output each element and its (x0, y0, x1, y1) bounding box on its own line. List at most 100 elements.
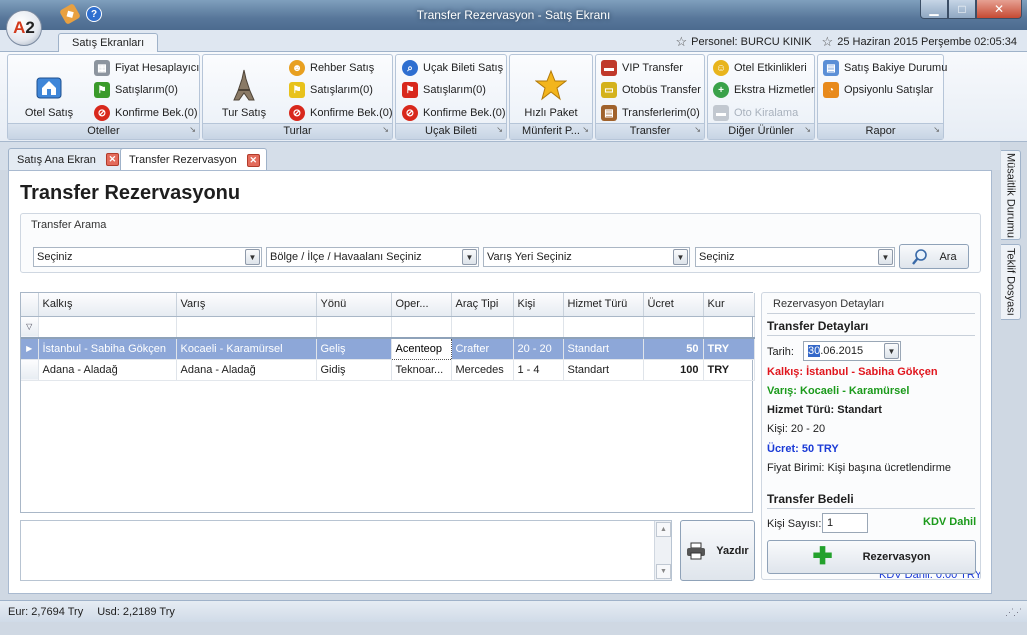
ara-button[interactable]: Ara (899, 244, 969, 269)
grid-filter-row[interactable]: ▽ (21, 316, 755, 339)
kalkis-select[interactable]: Seçiniz ▼ (33, 247, 262, 267)
table-row[interactable]: ▶ İstanbul - Sabiha Gökçen Kocaeli - Kar… (21, 337, 755, 360)
otel-satis-button[interactable]: Otel Satış (14, 57, 84, 123)
filter-cell[interactable] (391, 316, 452, 339)
star-icon: ☆ (821, 34, 834, 49)
dialog-launcher-icon[interactable]: ↘ (189, 122, 196, 137)
maximize-button[interactable]: □ (948, 0, 976, 19)
column-header-operator[interactable]: Oper... (391, 293, 452, 317)
cell-yonu[interactable]: Geliş (316, 338, 392, 360)
kisi-sayisi-input[interactable]: 1 (822, 513, 868, 533)
app-logo[interactable]: A2 (6, 10, 42, 46)
column-header-hizmet-turu[interactable]: Hizmet Türü (563, 293, 644, 317)
tarih-date-picker[interactable]: 30.06.2015 ▼ (803, 341, 901, 361)
ekstra-hizmetler-button[interactable]: + Ekstra Hizmetler (713, 80, 815, 100)
side-tab-teklif-dosyasi[interactable]: Teklif Dosyası (1001, 244, 1021, 320)
cell-yonu[interactable]: Gidiş (316, 359, 392, 381)
cell-kalkis[interactable]: İstanbul - Sabiha Gökçen (38, 338, 177, 360)
close-tab-icon[interactable]: ✕ (246, 153, 260, 167)
cell-kisi[interactable]: 20 - 20 (513, 338, 564, 360)
cell-kur[interactable]: TRY (703, 338, 755, 360)
scroll-up-icon[interactable]: ▲ (656, 522, 671, 537)
ucak-satislarim-button[interactable]: ⚑ Satışlarım(0) (402, 80, 486, 100)
cell-hizmet-turu[interactable]: Standart (563, 359, 644, 381)
dialog-launcher-icon[interactable]: ↘ (933, 122, 940, 137)
filter-cell[interactable] (563, 316, 644, 339)
otel-konfirme-button[interactable]: ⊘ Konfirme Bek.(0) (94, 103, 198, 123)
filter-cell[interactable] (38, 316, 177, 339)
column-header-arac-tipi[interactable]: Araç Tipi (451, 293, 514, 317)
fiyat-hesaplayici-button[interactable]: ▦ Fiyat Hesaplayıcı (94, 58, 199, 78)
filter-cell[interactable] (513, 316, 564, 339)
chevron-down-icon[interactable]: ▼ (245, 249, 260, 265)
arac-select[interactable]: Seçiniz ▼ (695, 247, 895, 267)
minimize-button[interactable]: ▁ (920, 0, 948, 19)
tur-satislarim-button[interactable]: ⚑ Satışlarım(0) (289, 80, 373, 100)
hizli-paket-button[interactable]: Hızlı Paket (514, 57, 588, 123)
details-panel-title: Rezervasyon Detayları (773, 298, 885, 310)
chevron-down-icon[interactable]: ▼ (462, 249, 477, 265)
dialog-launcher-icon[interactable]: ↘ (582, 122, 589, 137)
filter-cell[interactable] (643, 316, 704, 339)
scroll-down-icon[interactable]: ▼ (656, 564, 671, 579)
doc-tab-transfer-rezervasyon[interactable]: Transfer Rezervasyon ✕ (120, 148, 267, 171)
ucak-bileti-satis-button[interactable]: ⌕ Uçak Bileti Satış (402, 58, 503, 78)
ucak-konfirme-button[interactable]: ⊘ Konfirme Bek.(0) (402, 103, 506, 123)
filter-cell[interactable] (176, 316, 317, 339)
cell-ucret[interactable]: 100 (643, 359, 704, 381)
yazdir-button[interactable]: Yazdır (680, 520, 755, 581)
dialog-launcher-icon[interactable]: ↘ (694, 122, 701, 137)
column-header-kur[interactable]: Kur (703, 293, 755, 317)
chevron-down-icon[interactable]: ▼ (673, 249, 688, 265)
otel-etkinlikleri-button[interactable]: ☺ Otel Etkinlikleri (713, 58, 807, 78)
chevron-down-icon[interactable]: ▼ (878, 249, 893, 265)
opsiyonlu-satislar-button[interactable]: ◔ Opsiyonlu Satışlar (823, 80, 933, 100)
column-header-yonu[interactable]: Yönü (316, 293, 392, 317)
column-header-kalkis[interactable]: Kalkış (38, 293, 177, 317)
filter-cell[interactable] (703, 316, 755, 339)
filter-cell[interactable] (316, 316, 392, 339)
filter-icon[interactable]: ▽ (21, 316, 39, 339)
tur-konfirme-button[interactable]: ⊘ Konfirme Bek.(0) (289, 103, 393, 123)
cell-arac-tipi[interactable]: Crafter (451, 338, 514, 360)
otobus-transfer-button[interactable]: ▭ Otobüs Transfer (601, 80, 701, 100)
satis-bakiye-durumu-button[interactable]: ▤ Satış Bakiye Durumu (823, 58, 947, 78)
otel-satislarim-button[interactable]: ⚑ Satışlarım(0) (94, 80, 178, 100)
close-button[interactable]: ✕ (976, 0, 1022, 19)
cell-kur[interactable]: TRY (703, 359, 755, 381)
filter-cell[interactable] (451, 316, 514, 339)
transferlerim-button[interactable]: ▤ Transferlerim(0) (601, 103, 700, 123)
cell-ucret[interactable]: 50 (643, 338, 704, 360)
column-header-ucret[interactable]: Ücret (643, 293, 704, 317)
cell-operator[interactable]: Acenteop (390, 337, 452, 360)
side-tab-musaitlik-durumu[interactable]: Müsaitlik Durumu (1001, 150, 1021, 240)
dialog-launcher-icon[interactable]: ↘ (382, 122, 389, 137)
cell-hizmet-turu[interactable]: Standart (563, 338, 644, 360)
table-row[interactable]: Adana - Aladağ Adana - Aladağ Gidiş Tekn… (21, 359, 755, 381)
cell-varis[interactable]: Adana - Aladağ (176, 359, 317, 381)
doc-tab-satis-ana-ekran[interactable]: Satış Ana Ekran ✕ (8, 148, 126, 170)
varis-yeri-select[interactable]: Varış Yeri Seçiniz ▼ (483, 247, 690, 267)
notes-scrollbar[interactable]: ▲ ▼ (654, 521, 671, 580)
close-tab-icon[interactable]: ✕ (105, 153, 119, 166)
satis-bakiye-durumu-label: Satış Bakiye Durumu (844, 62, 948, 74)
column-header-kisi[interactable]: Kişi (513, 293, 564, 317)
dialog-launcher-icon[interactable]: ↘ (496, 122, 503, 137)
cell-arac-tipi[interactable]: Mercedes (451, 359, 514, 381)
cell-kalkis[interactable]: Adana - Aladağ (38, 359, 177, 381)
cell-varis[interactable]: Kocaeli - Karamürsel (176, 338, 317, 360)
chevron-down-icon[interactable]: ▼ (884, 343, 899, 359)
column-header-varis[interactable]: Varış (176, 293, 317, 317)
notes-textarea[interactable]: ▲ ▼ (20, 520, 672, 581)
ribbon-group-ucak-bileti: ⌕ Uçak Bileti Satış ⚑ Satışlarım(0) ⊘ Ko… (395, 54, 507, 140)
vip-transfer-button[interactable]: ▬ VIP Transfer (601, 58, 683, 78)
cell-operator[interactable]: Teknoar... (391, 359, 452, 381)
rezervasyon-button[interactable]: ✚ Rezervasyon (767, 540, 976, 574)
tur-satis-button[interactable]: Tur Satış (209, 57, 279, 123)
resize-grip-icon[interactable]: ⋰⋰ (1005, 607, 1022, 618)
dialog-launcher-icon[interactable]: ↘ (804, 122, 811, 137)
bolge-select[interactable]: Bölge / İlçe / Havaalanı Seçiniz ▼ (266, 247, 479, 267)
ribbon-tab-satis-ekranlari[interactable]: Satış Ekranları (58, 33, 159, 53)
rehber-satis-button[interactable]: ☻ Rehber Satış (289, 58, 374, 78)
cell-kisi[interactable]: 1 - 4 (513, 359, 564, 381)
